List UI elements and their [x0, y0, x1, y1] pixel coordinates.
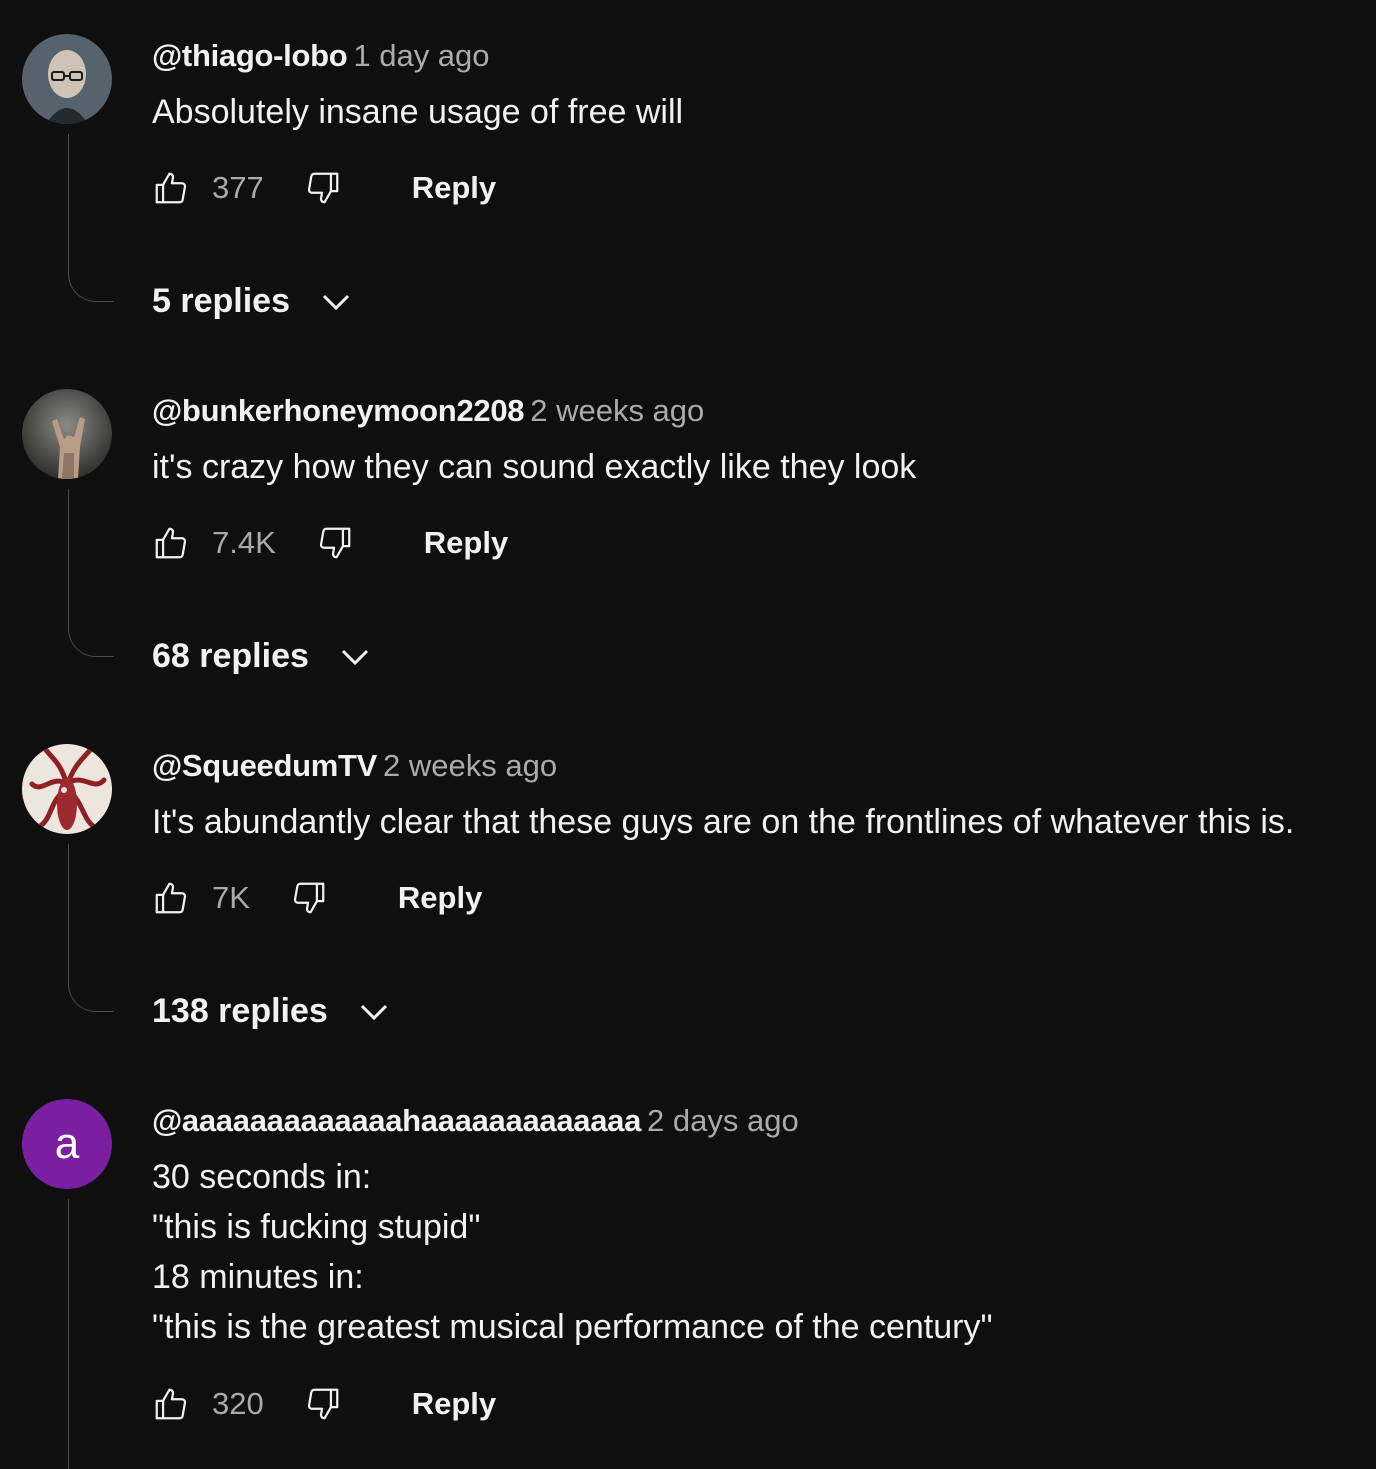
comment-header: @SqueedumTV 2 weeks ago	[152, 748, 557, 784]
like-count: 377	[212, 170, 264, 205]
thread-connector	[68, 609, 114, 657]
comment-line: It's abundantly clear that these guys ar…	[152, 803, 1295, 841]
author-name[interactable]: @aaaaaaaaaaaaahaaaaaaaaaaaaa	[152, 1103, 641, 1138]
avatar[interactable]: a	[22, 1099, 112, 1189]
comment-header: @thiago-lobo 1 day ago	[152, 38, 490, 74]
comment-text: it's crazy how they can sound exactly li…	[152, 442, 916, 492]
thread-connector	[68, 254, 114, 302]
comment-time[interactable]: 2 days ago	[647, 1103, 799, 1138]
thumbs-up-icon[interactable]	[152, 169, 190, 207]
comment-text: It's abundantly clear that these guys ar…	[152, 797, 1294, 847]
comment-header: @bunkerhoneymoon2208 2 weeks ago	[152, 393, 704, 429]
thumbs-up-icon[interactable]	[152, 524, 190, 562]
author-name[interactable]: @bunkerhoneymoon2208	[152, 393, 525, 428]
replies-toggle-button[interactable]: 5 replies	[152, 282, 354, 321]
comment-line: "this is the greatest musical performanc…	[152, 1308, 993, 1346]
thread-line	[68, 134, 69, 268]
comment-line: Absolutely insane usage of free will	[152, 93, 684, 131]
author-name[interactable]: @SqueedumTV	[152, 748, 377, 783]
thread-line	[68, 1199, 69, 1469]
author-name[interactable]: @thiago-lobo	[152, 38, 348, 73]
comment-actions: 377 Reply	[152, 164, 496, 212]
thread-connector	[68, 964, 114, 1012]
comment-line: "this is fucking stupid"	[152, 1208, 481, 1246]
thread-line	[68, 844, 69, 978]
reply-button[interactable]: Reply	[424, 525, 508, 561]
thread-line	[68, 489, 69, 623]
comment-actions: 7K Reply	[152, 874, 482, 922]
thumbs-down-icon[interactable]	[290, 879, 328, 917]
replies-count-label: 68 replies	[152, 637, 309, 675]
avatar[interactable]	[22, 744, 112, 834]
like-count: 7.4K	[212, 525, 276, 560]
comment-actions: 7.4K Reply	[152, 519, 508, 567]
comment-text: 30 seconds in: "this is fucking stupid" …	[152, 1152, 993, 1352]
replies-toggle-button[interactable]: 68 replies	[152, 637, 373, 676]
comment-line: 18 minutes in:	[152, 1258, 364, 1296]
like-count: 320	[212, 1386, 264, 1421]
thumbs-down-icon[interactable]	[304, 1385, 342, 1423]
portrait-glasses-avatar-icon	[22, 34, 112, 124]
thumbs-up-icon[interactable]	[152, 1385, 190, 1423]
reply-button[interactable]: Reply	[398, 880, 482, 916]
like-count: 7K	[212, 880, 250, 915]
rock-hand-avatar-icon	[22, 389, 112, 479]
comment-time[interactable]: 2 weeks ago	[530, 393, 704, 428]
thumbs-down-icon[interactable]	[316, 524, 354, 562]
thumbs-down-icon[interactable]	[304, 169, 342, 207]
chevron-down-icon	[356, 994, 392, 1030]
replies-count-label: 5 replies	[152, 282, 290, 320]
chevron-down-icon	[318, 284, 354, 320]
comment-text: Absolutely insane usage of free will	[152, 87, 683, 137]
replies-toggle-button[interactable]: 138 replies	[152, 992, 392, 1031]
comment-line: it's crazy how they can sound exactly li…	[152, 448, 917, 486]
reply-button[interactable]: Reply	[412, 1386, 496, 1422]
chevron-down-icon	[337, 639, 373, 675]
squid-avatar-icon	[22, 744, 112, 834]
avatar[interactable]	[22, 389, 112, 479]
replies-count-label: 138 replies	[152, 992, 328, 1030]
comment-time[interactable]: 1 day ago	[353, 38, 489, 73]
thumbs-up-icon[interactable]	[152, 879, 190, 917]
comment-actions: 320 Reply	[152, 1380, 496, 1428]
comment-time[interactable]: 2 weeks ago	[383, 748, 557, 783]
comment-header: @aaaaaaaaaaaaahaaaaaaaaaaaaa 2 days ago	[152, 1103, 799, 1139]
avatar-letter: a	[54, 1119, 80, 1168]
reply-button[interactable]: Reply	[412, 170, 496, 206]
avatar[interactable]	[22, 34, 112, 124]
comment-line: 30 seconds in:	[152, 1158, 372, 1196]
